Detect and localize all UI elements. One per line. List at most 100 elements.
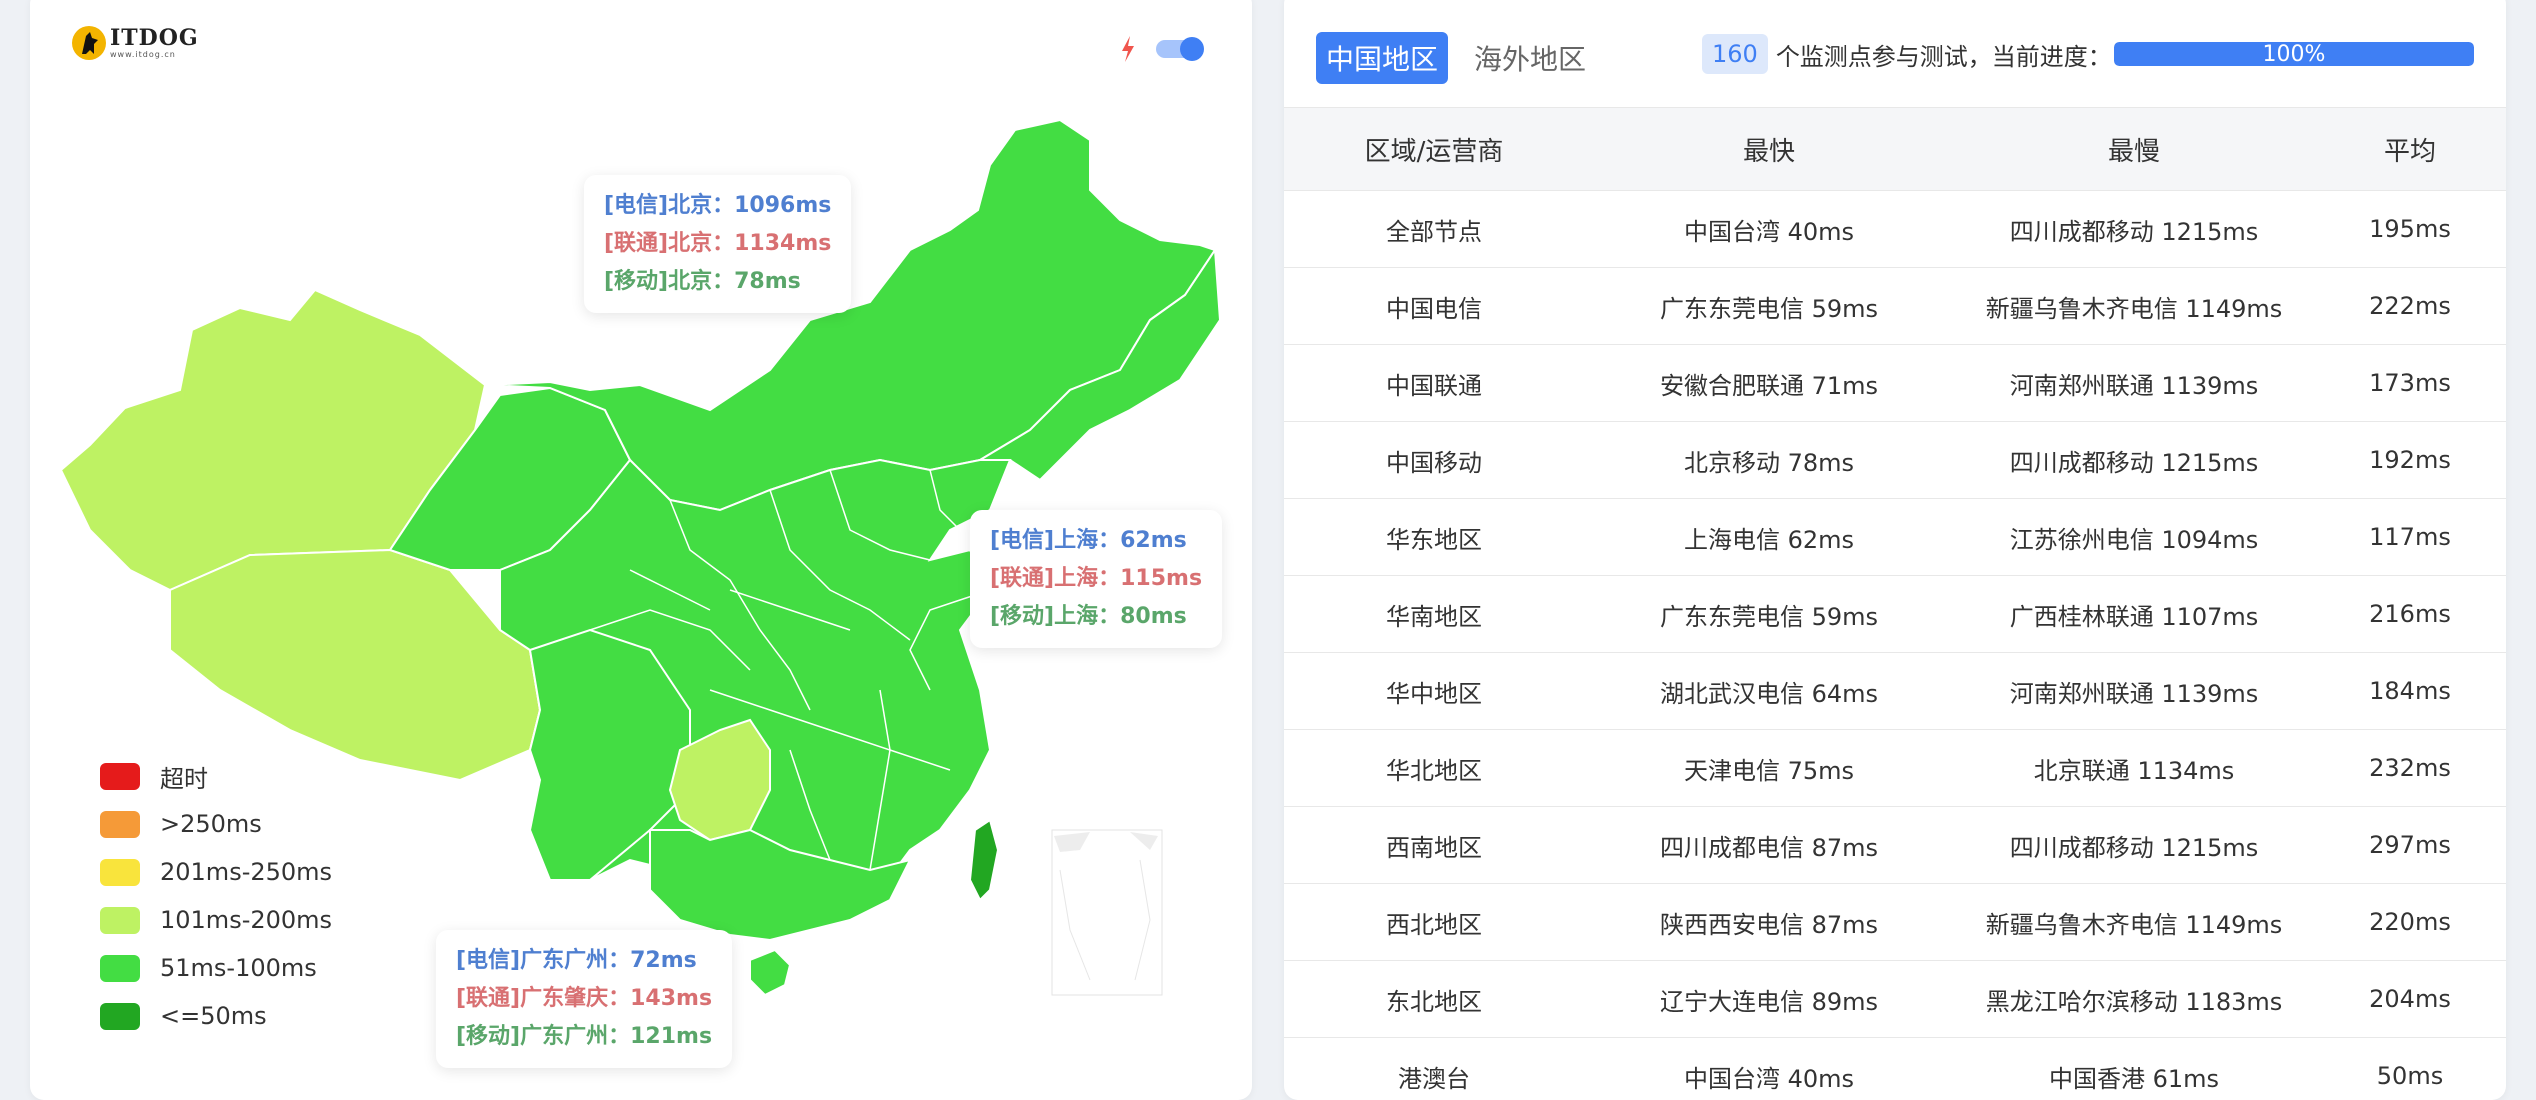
- table-row: 华北地区 天津电信 75ms 北京联通 1134ms 232ms: [1284, 729, 2506, 807]
- tooltip-shanghai-mobile: [移动]上海：80ms: [990, 604, 1187, 629]
- tooltip-beijing: [电信]北京：1096ms [联通]北京：1134ms [移动]北京：78ms: [584, 175, 852, 313]
- cell-slowest: 黑龙江哈尔滨移动 1183ms: [1954, 960, 2314, 1038]
- cell-fastest: 湖北武汉电信 64ms: [1584, 652, 1954, 730]
- tooltip-guangdong-unicom: [联通]广东肇庆：143ms: [456, 986, 713, 1011]
- cell-fastest: 北京移动 78ms: [1584, 421, 1954, 499]
- legend-item-under-50[interactable]: <=50ms: [100, 992, 332, 1040]
- cell-slowest: 四川成都移动 1215ms: [1954, 190, 2314, 268]
- cell-average: 195ms: [2314, 190, 2506, 268]
- cell-region: 华北地区: [1284, 729, 1584, 807]
- legend-label: 超时: [160, 764, 208, 793]
- legend-swatch: [100, 858, 140, 886]
- tooltip-beijing-mobile: [移动]北京：78ms: [604, 269, 801, 294]
- table-row: 全部节点 中国台湾 40ms 四川成都移动 1215ms 195ms: [1284, 190, 2506, 268]
- cell-region: 中国移动: [1284, 421, 1584, 499]
- region-tibet[interactable]: [169, 548, 542, 782]
- monitor-count-text: 个监测点参与测试，当前进度：: [1775, 42, 2112, 71]
- legend-swatch: [100, 954, 140, 982]
- cell-slowest: 广西桂林联通 1107ms: [1954, 575, 2314, 653]
- cell-slowest: 新疆乌鲁木齐电信 1149ms: [1954, 883, 2314, 961]
- tooltip-guangdong-mobile: [移动]广东广州：121ms: [456, 1024, 713, 1049]
- cell-region: 全部节点: [1284, 190, 1584, 268]
- cell-average: 204ms: [2314, 960, 2506, 1038]
- cell-fastest: 辽宁大连电信 89ms: [1584, 960, 1954, 1038]
- legend-swatch: [100, 810, 140, 838]
- legend-swatch: [100, 906, 140, 934]
- legend-item-201-250[interactable]: 201ms-250ms: [100, 848, 332, 896]
- region-tabs: 中国地区 海外地区: [1316, 32, 1586, 84]
- cell-average: 232ms: [2314, 729, 2506, 807]
- cell-average: 50ms: [2314, 1037, 2506, 1100]
- map-panel: ITDOG www.itdog.cn [电信]北京：1096ms [联通]北京：…: [30, 0, 1252, 1100]
- cell-slowest: 中国香港 61ms: [1954, 1037, 2314, 1100]
- results-table: 区域/运营商 最快 最慢 平均 全部节点 中国台湾 40ms 四川成都移动 1215…: [1284, 107, 2506, 1100]
- legend-item-timeout[interactable]: 超时: [100, 752, 332, 800]
- south-china-sea-inset: [1051, 829, 1163, 996]
- cell-fastest: 中国台湾 40ms: [1584, 1037, 1954, 1100]
- legend-label: 201ms-250ms: [160, 858, 333, 886]
- table-row: 港澳台 中国台湾 40ms 中国香港 61ms 50ms: [1284, 1037, 2506, 1100]
- region-taiwan[interactable]: [968, 818, 1000, 902]
- cell-slowest: 河南郑州联通 1139ms: [1954, 344, 2314, 422]
- legend-label: <=50ms: [160, 1002, 267, 1030]
- table-row: 中国联通 安徽合肥联通 71ms 河南郑州联通 1139ms 173ms: [1284, 344, 2506, 422]
- table-row: 中国移动 北京移动 78ms 四川成都移动 1215ms 192ms: [1284, 421, 2506, 499]
- header-average: 平均: [2314, 107, 2506, 191]
- cell-average: 184ms: [2314, 652, 2506, 730]
- tooltip-beijing-unicom: [联通]北京：1134ms: [604, 231, 832, 256]
- cell-region: 华南地区: [1284, 575, 1584, 653]
- cell-region: 中国电信: [1284, 267, 1584, 345]
- cell-slowest: 江苏徐州电信 1094ms: [1954, 498, 2314, 576]
- table-row: 华南地区 广东东莞电信 59ms 广西桂林联通 1107ms 216ms: [1284, 575, 2506, 653]
- cell-region: 西南地区: [1284, 806, 1584, 884]
- cell-region: 华东地区: [1284, 498, 1584, 576]
- cell-region: 港澳台: [1284, 1037, 1584, 1100]
- cell-region: 华中地区: [1284, 652, 1584, 730]
- cell-fastest: 天津电信 75ms: [1584, 729, 1954, 807]
- cell-slowest: 四川成都移动 1215ms: [1954, 421, 2314, 499]
- tooltip-shanghai-unicom: [联通]上海：115ms: [990, 566, 1203, 591]
- table-row: 西北地区 陕西西安电信 87ms 新疆乌鲁木齐电信 1149ms 220ms: [1284, 883, 2506, 961]
- table-row: 西南地区 四川成都电信 87ms 四川成都移动 1215ms 297ms: [1284, 806, 2506, 884]
- cell-slowest: 河南郑州联通 1139ms: [1954, 652, 2314, 730]
- cell-fastest: 安徽合肥联通 71ms: [1584, 344, 1954, 422]
- tooltip-shanghai-telecom: [电信]上海：62ms: [990, 528, 1187, 553]
- cell-average: 297ms: [2314, 806, 2506, 884]
- cell-region: 西北地区: [1284, 883, 1584, 961]
- header-slowest: 最慢: [1954, 107, 2314, 191]
- cell-average: 216ms: [2314, 575, 2506, 653]
- region-hainan[interactable]: [749, 948, 792, 997]
- progress-bar: 100%: [2114, 42, 2474, 66]
- cell-fastest: 四川成都电信 87ms: [1584, 806, 1954, 884]
- cell-fastest: 广东东莞电信 59ms: [1584, 575, 1954, 653]
- cell-fastest: 中国台湾 40ms: [1584, 190, 1954, 268]
- legend-item-101-200[interactable]: 101ms-200ms: [100, 896, 332, 944]
- legend-item-over-250[interactable]: >250ms: [100, 800, 332, 848]
- cell-average: 117ms: [2314, 498, 2506, 576]
- table-row: 东北地区 辽宁大连电信 89ms 黑龙江哈尔滨移动 1183ms 204ms: [1284, 960, 2506, 1038]
- legend-item-51-100[interactable]: 51ms-100ms: [100, 944, 332, 992]
- tooltip-beijing-telecom: [电信]北京：1096ms: [604, 193, 832, 218]
- cell-average: 173ms: [2314, 344, 2506, 422]
- cell-slowest: 四川成都移动 1215ms: [1954, 806, 2314, 884]
- legend-swatch: [100, 762, 140, 790]
- map-legend: 超时 >250ms 201ms-250ms 101ms-200ms 51ms-1…: [100, 752, 332, 1040]
- table-header-row: 区域/运营商 最快 最慢 平均: [1284, 107, 2506, 191]
- table-row: 中国电信 广东东莞电信 59ms 新疆乌鲁木齐电信 1149ms 222ms: [1284, 267, 2506, 345]
- cell-slowest: 新疆乌鲁木齐电信 1149ms: [1954, 267, 2314, 345]
- table-row: 华中地区 湖北武汉电信 64ms 河南郑州联通 1139ms 184ms: [1284, 652, 2506, 730]
- monitor-count-badge: 160: [1702, 34, 1768, 74]
- monitor-counter: 160 个监测点参与测试，当前进度：: [1702, 34, 2112, 74]
- legend-swatch: [100, 1002, 140, 1030]
- tab-china[interactable]: 中国地区: [1316, 32, 1449, 84]
- cell-region: 中国联通: [1284, 344, 1584, 422]
- header-region: 区域/运营商: [1284, 107, 1584, 191]
- tooltip-guangdong-telecom: [电信]广东广州：72ms: [456, 948, 697, 973]
- tooltip-guangdong: [电信]广东广州：72ms [联通]广东肇庆：143ms [移动]广东广州：12…: [436, 930, 733, 1068]
- cell-average: 220ms: [2314, 883, 2506, 961]
- table-row: 华东地区 上海电信 62ms 江苏徐州电信 1094ms 117ms: [1284, 498, 2506, 576]
- progress-fill: 100%: [2114, 42, 2474, 66]
- header-fastest: 最快: [1584, 107, 1954, 191]
- tab-overseas[interactable]: 海外地区: [1474, 38, 1586, 78]
- legend-label: 101ms-200ms: [160, 906, 333, 934]
